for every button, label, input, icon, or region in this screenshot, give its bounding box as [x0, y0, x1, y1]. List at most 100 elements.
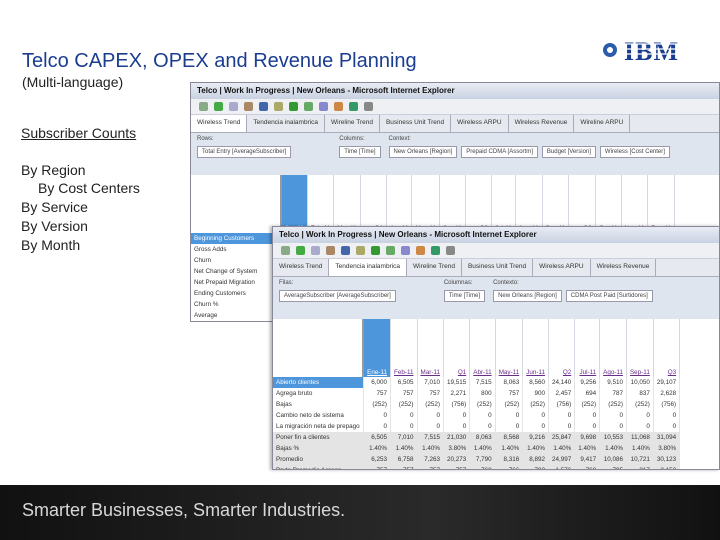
context-selector[interactable]: Budget [Version] — [541, 146, 596, 158]
data-cell[interactable]: 10,721 — [626, 454, 654, 465]
toolbar-button-icon[interactable] — [289, 102, 298, 111]
context-selector[interactable]: Wireless [Cost Center] — [599, 146, 670, 158]
row-header[interactable]: Cambio neto de sistema — [273, 410, 364, 421]
data-cell[interactable]: 6,253 — [363, 454, 392, 465]
data-cell[interactable]: 1.40% — [495, 443, 524, 454]
data-cell[interactable]: (756) — [548, 399, 576, 410]
row-header[interactable]: Ending Customers — [191, 288, 282, 299]
data-cell[interactable]: 768 — [469, 465, 496, 469]
data-cell[interactable]: 0 — [495, 410, 524, 421]
row-header[interactable]: Churn — [191, 255, 282, 266]
column-header[interactable]: May-11 — [411, 175, 440, 233]
data-cell[interactable]: 10,050 — [626, 377, 654, 388]
data-cell[interactable]: 0 — [443, 410, 471, 421]
data-cell[interactable]: 6,505 — [363, 432, 392, 443]
data-cell[interactable]: 10,086 — [599, 454, 627, 465]
data-cell[interactable]: 1.40% — [469, 443, 496, 454]
data-cell[interactable]: 8,568 — [495, 432, 524, 443]
data-cell[interactable]: 900 — [522, 388, 550, 399]
data-cell[interactable]: 787 — [599, 388, 627, 399]
data-cell[interactable]: 0 — [599, 410, 627, 421]
data-cell[interactable]: 757 — [363, 388, 392, 399]
row-header[interactable]: Average — [191, 310, 282, 321]
data-cell[interactable]: 9,256 — [574, 377, 601, 388]
tab-view[interactable]: Tendencia inalambrica — [247, 115, 326, 132]
data-cell[interactable]: 21,030 — [443, 432, 471, 443]
data-cell[interactable]: 0 — [574, 421, 601, 432]
toolbar-button-icon[interactable] — [326, 246, 335, 255]
tab-view[interactable]: Wireless Trend — [191, 115, 248, 132]
data-cell[interactable]: 1,576 — [548, 465, 576, 469]
data-cell[interactable]: (252) — [626, 399, 654, 410]
tab-view[interactable]: Wireline ARPU — [574, 115, 631, 132]
tab-view[interactable]: Business Unit Trend — [380, 115, 452, 132]
data-cell[interactable]: 1.40% — [574, 443, 601, 454]
toolbar-button-icon[interactable] — [259, 102, 268, 111]
data-cell[interactable]: (252) — [574, 399, 601, 410]
data-cell[interactable]: 7,790 — [469, 454, 496, 465]
data-cell[interactable]: 0 — [363, 410, 392, 421]
column-header[interactable]: Jun-11 — [522, 319, 550, 377]
context-selector[interactable]: Prepaid CDMA [Assortm] — [461, 146, 538, 158]
tab-view[interactable]: Wireless Revenue — [509, 115, 575, 132]
data-cell[interactable]: 7,515 — [417, 432, 444, 443]
data-cell[interactable]: 0 — [548, 421, 576, 432]
row-header[interactable]: Bajas — [273, 399, 364, 410]
column-header[interactable]: Q1 — [360, 175, 388, 233]
data-cell[interactable]: 8,316 — [495, 454, 524, 465]
data-cell[interactable]: 757 — [417, 388, 444, 399]
data-cell[interactable]: 0 — [626, 421, 654, 432]
data-cell[interactable]: 1.40% — [522, 443, 550, 454]
column-header[interactable]: Q2 — [548, 319, 576, 377]
data-cell[interactable]: 837 — [626, 388, 654, 399]
data-cell[interactable]: 3.80% — [653, 443, 681, 454]
data-cell[interactable]: 7,263 — [417, 454, 444, 465]
rows-selector[interactable]: Total Entry [AverageSubscriber] — [197, 146, 292, 158]
toolbar-button-icon[interactable] — [334, 102, 343, 111]
context-selector[interactable]: New Orleans [Region] — [388, 146, 458, 158]
data-cell[interactable]: 0 — [653, 410, 681, 421]
column-header[interactable]: Jul-11 — [574, 319, 601, 377]
data-cell[interactable]: 8,560 — [522, 377, 550, 388]
data-cell[interactable]: 9,216 — [522, 432, 550, 443]
toolbar-button-icon[interactable] — [446, 246, 455, 255]
column-header[interactable]: Jun-11 — [439, 175, 466, 233]
data-cell[interactable]: 757 — [417, 465, 444, 469]
column-header[interactable]: Q1 — [443, 319, 471, 377]
data-cell[interactable]: (252) — [599, 399, 627, 410]
column-header[interactable]: Sep-11 — [542, 175, 570, 233]
toolbar-button-icon[interactable] — [281, 246, 290, 255]
toolbar-button-icon[interactable] — [386, 246, 395, 255]
toolbar-button-icon[interactable] — [341, 246, 350, 255]
columns-selector[interactable]: Time [Time] — [339, 146, 381, 158]
toolbar-button-icon[interactable] — [304, 102, 313, 111]
rows-selector[interactable]: AverageSubscriber [AverageSubscriber] — [279, 290, 396, 302]
data-cell[interactable]: 25,847 — [548, 432, 576, 443]
toolbar-button-icon[interactable] — [296, 246, 305, 255]
data-cell[interactable]: 7,010 — [417, 377, 444, 388]
column-header[interactable]: Aug-11 — [515, 175, 543, 233]
data-cell[interactable]: 1.40% — [599, 443, 627, 454]
column-header[interactable]: Jan-11 — [281, 175, 308, 233]
row-header[interactable]: Bruto Promedio Agrega — [273, 465, 364, 469]
toolbar-button-icon[interactable] — [229, 102, 238, 111]
toolbar-button-icon[interactable] — [274, 102, 283, 111]
data-cell[interactable]: (252) — [469, 399, 496, 410]
row-header[interactable]: Average Gross Adds — [191, 321, 281, 322]
column-header[interactable]: Mar-11 — [333, 175, 361, 233]
data-cell[interactable]: 0 — [626, 410, 654, 421]
data-cell[interactable]: 7,515 — [469, 377, 496, 388]
data-cell[interactable]: 0 — [653, 421, 681, 432]
data-cell[interactable]: 11,068 — [626, 432, 654, 443]
data-cell[interactable]: 9,417 — [574, 454, 601, 465]
toolbar-button-icon[interactable] — [364, 102, 373, 111]
row-header[interactable]: Net Prepaid Migration — [191, 277, 282, 288]
data-cell[interactable]: 6,758 — [390, 454, 418, 465]
row-header[interactable]: Agrega bruto — [273, 388, 364, 399]
toolbar-button-icon[interactable] — [311, 246, 320, 255]
data-cell[interactable]: 0 — [469, 421, 496, 432]
column-header[interactable]: Oct-11 — [595, 175, 622, 233]
data-cell[interactable]: 0 — [443, 421, 471, 432]
row-header[interactable]: La migración neta de prepago — [273, 421, 364, 432]
data-cell[interactable]: 8,063 — [495, 377, 524, 388]
